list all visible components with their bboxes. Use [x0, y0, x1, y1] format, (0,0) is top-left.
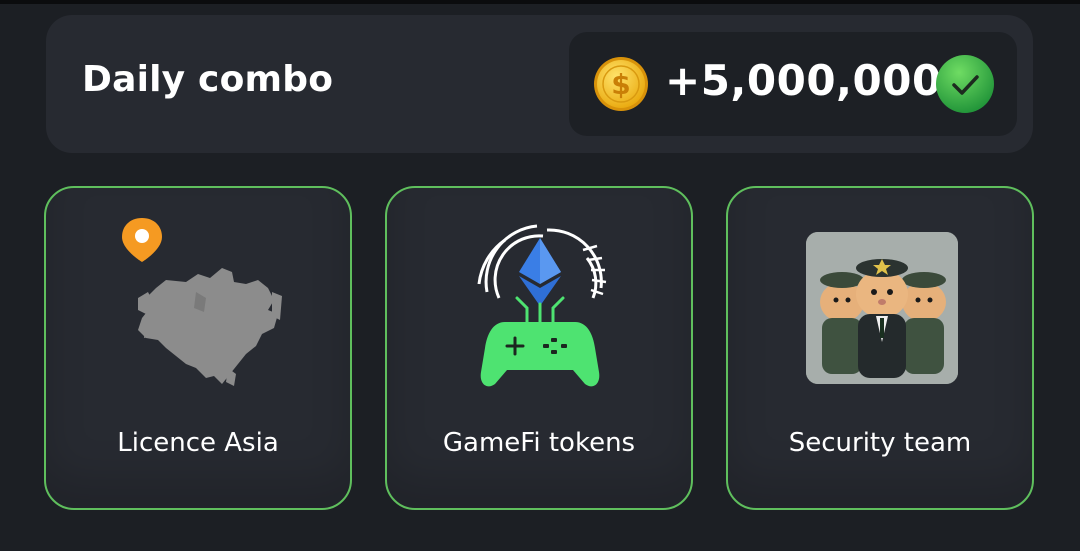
combo-card-security-team[interactable]: Security team [726, 186, 1034, 510]
combo-card-licence-asia[interactable]: Licence Asia [44, 186, 352, 510]
checkmark-icon [936, 55, 994, 113]
dollar-coin-icon: $ [594, 57, 648, 111]
card-label-licence-asia: Licence Asia [117, 428, 279, 458]
combo-card-gamefi-tokens[interactable]: GameFi tokens [385, 186, 693, 510]
daily-combo-title: Daily combo [82, 59, 334, 100]
asia-map-with-location-pin-icon [122, 218, 282, 386]
ethereum-gamepad-icon [477, 224, 607, 387]
top-edge [0, 0, 1080, 4]
daily-combo-bar: Daily combo $ +5,000,000 [46, 15, 1033, 153]
svg-text:$: $ [611, 68, 630, 101]
card-label-security-team: Security team [788, 428, 972, 458]
reward-amount: +5,000,000 [665, 56, 942, 105]
ethereum-icon [519, 238, 561, 306]
location-pin-icon [122, 218, 162, 262]
hamster-security-team-image [806, 232, 958, 384]
reward-pill: $ +5,000,000 [569, 32, 1017, 136]
card-label-gamefi-tokens: GameFi tokens [442, 428, 636, 458]
